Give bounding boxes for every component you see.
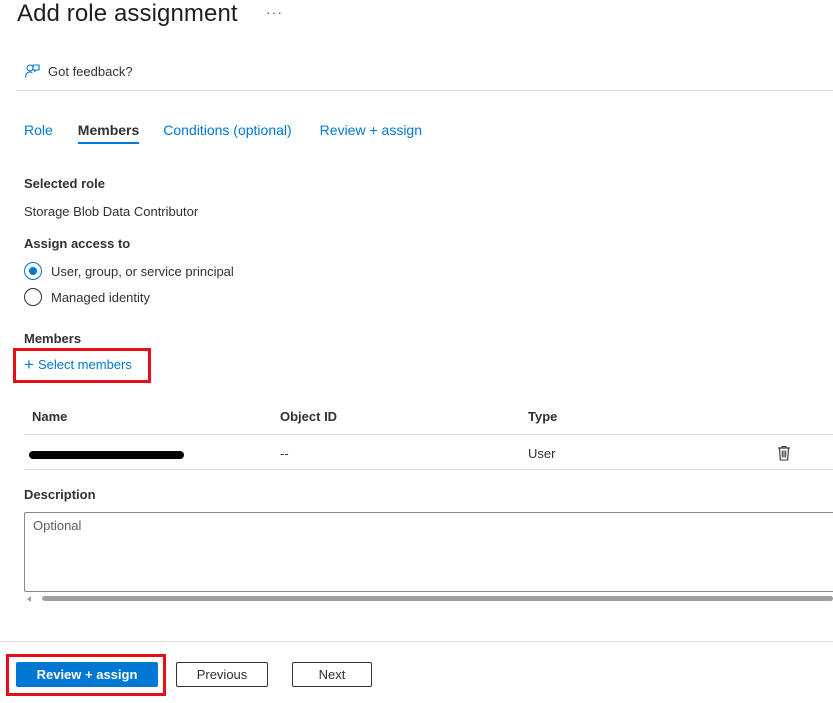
scroll-left-arrow-icon[interactable] xyxy=(27,596,31,602)
feedback-label: Got feedback? xyxy=(48,63,133,79)
footer-divider xyxy=(0,641,833,642)
assign-access-label: Assign access to xyxy=(24,236,131,251)
radio-managed-identity[interactable]: Managed identity xyxy=(24,288,150,306)
selected-role-value: Storage Blob Data Contributor xyxy=(24,204,199,219)
more-options-button[interactable]: ··· xyxy=(266,4,283,20)
horizontal-scrollbar[interactable] xyxy=(27,595,833,603)
table-row-divider xyxy=(24,469,833,470)
tab-members[interactable]: Members xyxy=(77,122,140,144)
select-members-label: Select members xyxy=(37,357,132,372)
plus-icon: + xyxy=(24,354,34,374)
radio-label: User, group, or service principal xyxy=(51,263,234,279)
delete-icon[interactable] xyxy=(777,445,791,461)
header-divider xyxy=(16,90,833,91)
feedback-icon xyxy=(24,64,40,78)
tab-conditions[interactable]: Conditions (optional) xyxy=(163,122,291,144)
table-header-divider xyxy=(24,434,833,435)
redacted-member-name xyxy=(29,451,184,459)
feedback-link[interactable]: Got feedback? xyxy=(24,63,133,79)
selected-role-label: Selected role xyxy=(24,176,105,191)
radio-user-group-sp[interactable]: User, group, or service principal xyxy=(24,262,234,280)
add-role-assignment-page: Add role assignment ··· Got feedback? Ro… xyxy=(0,0,833,703)
tab-role[interactable]: Role xyxy=(24,122,53,144)
previous-button[interactable]: Previous xyxy=(176,662,268,687)
review-assign-button[interactable]: Review + assign xyxy=(16,662,158,687)
cell-object-id: -- xyxy=(280,446,289,461)
next-button[interactable]: Next xyxy=(292,662,372,687)
wizard-tabs: Role Members Conditions (optional) Revie… xyxy=(24,122,422,144)
description-textarea[interactable] xyxy=(24,512,833,592)
column-header-name: Name xyxy=(32,409,68,424)
column-header-type: Type xyxy=(528,409,558,424)
cell-type: User xyxy=(528,446,556,461)
members-label: Members xyxy=(24,331,82,346)
select-members-link[interactable]: + Select members xyxy=(24,354,132,374)
radio-button[interactable] xyxy=(24,288,42,306)
scrollbar-thumb[interactable] xyxy=(42,596,833,601)
radio-button-checked[interactable] xyxy=(24,262,42,280)
tab-review-assign[interactable]: Review + assign xyxy=(320,122,422,144)
column-header-object-id: Object ID xyxy=(280,409,338,424)
radio-label: Managed identity xyxy=(51,289,151,305)
description-label: Description xyxy=(24,487,96,502)
page-title: Add role assignment xyxy=(17,0,238,27)
